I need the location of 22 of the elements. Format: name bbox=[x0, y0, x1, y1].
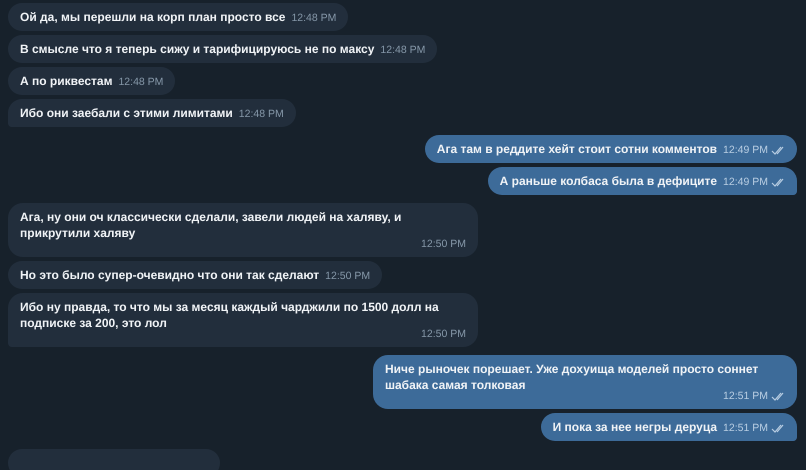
message-time: 12:51 PM bbox=[723, 389, 768, 403]
message-time: 12:48 PM bbox=[380, 43, 426, 57]
message-text: Но это было супер-очевидно что они так сделают bbox=[20, 267, 320, 283]
message-text: Ниче рыночек порешает. Уже дохуища моделей просто соннет шабака самая толковая bbox=[385, 361, 758, 392]
message-time: 12:50 PM bbox=[421, 327, 466, 341]
message-text: Ага там в реддите хейт стоит сотни комментов bbox=[436, 141, 718, 157]
message-text: Ибо они заебали с этими лимитами bbox=[20, 105, 233, 121]
message-text: В смысле что я теперь сижу и тарифицируюсь не по максу bbox=[20, 41, 374, 57]
message-time: 12:50 PM bbox=[421, 237, 466, 251]
message-time: 12:48 PM bbox=[118, 75, 164, 89]
message-text: И пока за нее негры деруца bbox=[552, 419, 718, 435]
message-text: А раньше колбаса была в дефиците bbox=[500, 173, 718, 189]
message-time: 12:48 PM bbox=[238, 107, 284, 121]
message-time: 12:49 PM bbox=[723, 143, 768, 157]
message-text: Ибо ну правда, то что мы за месяц каждый чарджили по 1500 долл на подписке за 200, это лол bbox=[20, 299, 439, 330]
message-time: 12:50 PM bbox=[325, 269, 370, 283]
message-text: А по риквестам bbox=[20, 73, 112, 89]
message-text: Ага, ну они оч классически сделали, завели людей на халяву, и прикрутили халяву bbox=[20, 209, 402, 241]
message-time: 12:48 PM bbox=[291, 11, 336, 25]
message-text: Ой да, мы перешли на корп план просто все bbox=[20, 9, 286, 25]
message-time: 12:51 PM bbox=[723, 421, 768, 435]
message-time: 12:49 PM bbox=[723, 175, 768, 189]
